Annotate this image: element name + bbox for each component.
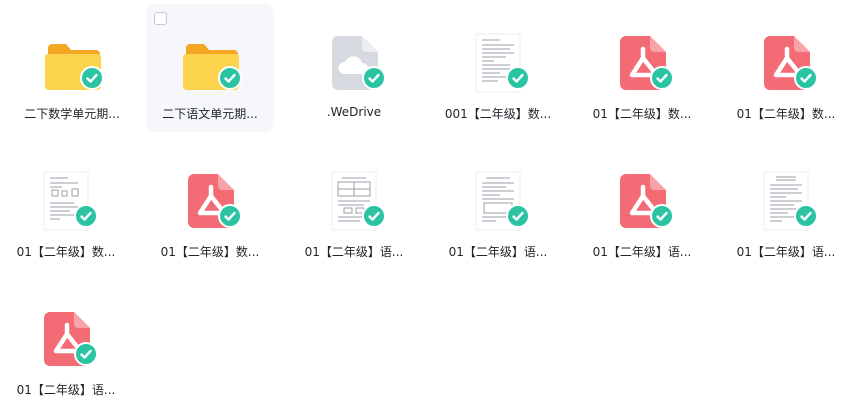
file-tile-6[interactable]: 01【二年级】数... [722,4,850,132]
synced-check-icon [794,66,818,90]
document-thumbnail-icon [758,170,818,231]
pdf-file-icon [758,32,818,92]
document-thumbnail-icon [470,170,530,231]
synced-check-icon [218,204,242,228]
file-name: 01【二年级】语... [592,245,692,259]
file-name: 01【二年级】语... [736,245,836,259]
file-tile-10[interactable]: 01【二年级】语... [434,142,562,270]
file-tile-3[interactable]: .WeDrive [290,4,418,132]
cloud-file-icon [326,32,386,92]
select-checkbox[interactable] [154,12,167,25]
file-name: 01【二年级】语... [448,245,548,259]
file-tile-11[interactable]: 01【二年级】语... [578,142,706,270]
pdf-file-icon [38,308,98,368]
synced-check-icon [74,204,98,228]
folder-icon [44,32,104,92]
synced-check-icon [362,66,386,90]
synced-check-icon [506,204,530,228]
synced-check-icon [362,204,386,228]
file-tile-13[interactable]: 01【二年级】语... [2,280,130,408]
file-tile-8[interactable]: 01【二年级】数... [146,142,274,270]
file-name: 001【二年级】数... [444,107,552,121]
file-name: 01【二年级】数... [16,245,116,259]
synced-check-icon [218,66,242,90]
file-tile-12[interactable]: 01【二年级】语... [722,142,850,270]
file-name: .WeDrive [326,105,382,119]
file-name: 01【二年级】语... [16,383,116,397]
file-name: 二下语文单元期... [162,107,258,121]
folder-icon [182,32,242,92]
pdf-file-icon [182,170,242,230]
file-tile-4[interactable]: 001【二年级】数... [434,4,562,132]
file-name: 二下数学单元期... [24,107,120,121]
file-tile-2[interactable]: 二下语文单元期... [146,4,274,132]
pdf-file-icon [614,170,674,230]
synced-check-icon [80,66,104,90]
file-name: 01【二年级】语... [304,245,404,259]
file-name: 01【二年级】数... [736,107,836,121]
file-name: 01【二年级】数... [160,245,260,259]
file-tile-1[interactable]: 二下数学单元期... [8,4,136,132]
synced-check-icon [650,204,674,228]
document-thumbnail-icon [38,170,98,231]
file-tile-5[interactable]: 01【二年级】数... [578,4,706,132]
file-name: 01【二年级】数... [592,107,692,121]
file-tile-7[interactable]: 01【二年级】数... [2,142,130,270]
pdf-file-icon [614,32,674,92]
synced-check-icon [506,66,530,90]
synced-check-icon [74,342,98,366]
synced-check-icon [650,66,674,90]
document-thumbnail-icon [326,170,386,231]
synced-check-icon [794,204,818,228]
file-tile-9[interactable]: 01【二年级】语... [290,142,418,270]
document-thumbnail-icon [470,32,530,93]
